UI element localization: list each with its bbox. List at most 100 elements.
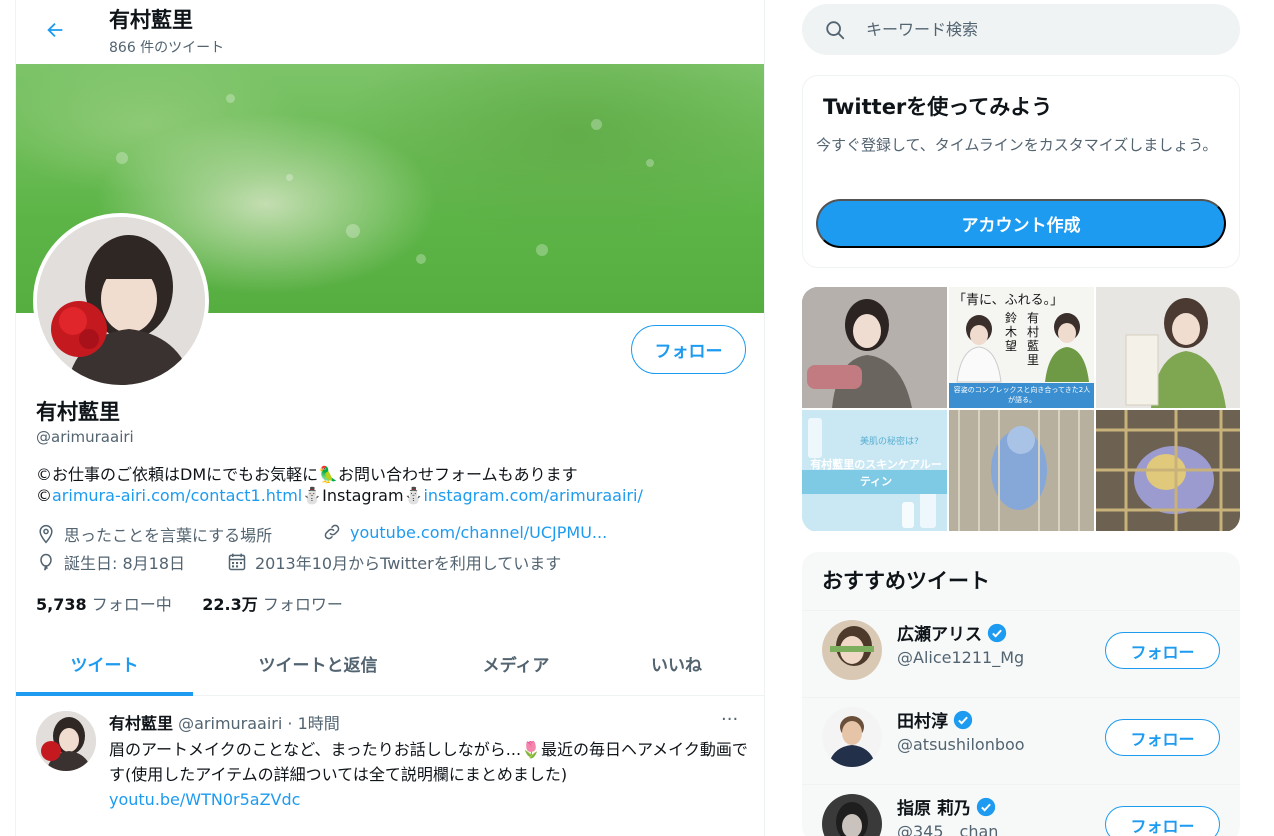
- tab-likes[interactable]: いいね: [589, 630, 764, 696]
- bird-photo: [1096, 410, 1240, 531]
- user-name-row: 広瀬アリス: [897, 620, 1008, 645]
- signup-title: Twitterを使ってみよう: [823, 95, 1053, 119]
- followers-link[interactable]: 22.3万 フォロワー: [202, 595, 343, 614]
- user-handle: @345__chan: [897, 822, 999, 836]
- verified-badge-icon: [953, 710, 973, 729]
- book-caption: 容姿のコンプレックスと向き合ってきた2人が語る。: [953, 386, 1091, 404]
- follow-stats: 5,738 フォロー中 22.3万 フォロワー: [36, 591, 343, 615]
- bio-line-2: ©arimura-airi.com/contact1.html⛄Instagra…: [36, 486, 643, 505]
- following-label: フォロー中: [91, 595, 172, 614]
- profile-header-bar: 有村藍里 866 件のツイート: [16, 0, 764, 64]
- skincare-badge: 美肌の秘密は?: [860, 437, 919, 447]
- avatar-photo: [822, 707, 882, 767]
- joined-text: 2013年10月からTwitterを利用しています: [255, 554, 562, 573]
- tweet-count: 866 件のツイート: [109, 40, 225, 56]
- media-thumbnail-book[interactable]: 「青に、ふれる。」 鈴木望 有村藍里 容姿のコンプレックスと向き合ってきた2人が…: [949, 287, 1094, 408]
- user-avatar[interactable]: [822, 707, 882, 767]
- bird-photo: [949, 410, 1094, 531]
- media-thumbnail-skincare[interactable]: 美肌の秘密は? 有村藍里のスキンケアルーティン: [802, 410, 947, 531]
- media-thumbnail-bird-2[interactable]: [1096, 410, 1240, 531]
- tab-media[interactable]: メディア: [443, 630, 589, 696]
- profile-avatar[interactable]: [33, 213, 209, 389]
- user-avatar[interactable]: [822, 794, 882, 836]
- media-thumbnail-3[interactable]: [1096, 287, 1240, 408]
- snowman-emoji: ⛄: [302, 486, 323, 505]
- media-grid: 「青に、ふれる。」 鈴木望 有村藍里 容姿のコンプレックスと向き合ってきた2人が…: [802, 287, 1240, 532]
- instagram-label: Instagram: [322, 486, 404, 505]
- create-account-button[interactable]: アカウント作成: [816, 199, 1226, 248]
- profile-handle: @arimuraairi: [36, 428, 134, 446]
- recommended-user[interactable]: 広瀬アリス @Alice1211_Mg フォロー: [802, 610, 1240, 697]
- following-link[interactable]: 5,738 フォロー中: [36, 595, 172, 614]
- signup-card: Twitterを使ってみよう 今すぐ登録して、タイムラインをカスタマイズしましょ…: [802, 75, 1240, 268]
- contact-link[interactable]: arimura-airi.com/contact1.html: [52, 486, 302, 505]
- location-pin-icon: [39, 524, 53, 544]
- search-bar: [802, 4, 1240, 55]
- tweet-author-name[interactable]: 有村藍里: [109, 714, 173, 733]
- signup-description: 今すぐ登録して、タイムラインをカスタマイズしましょう。: [816, 136, 1218, 154]
- avatar-photo: [822, 794, 882, 836]
- tweet-header: 有村藍里 @arimuraairi · 1時間: [109, 710, 340, 734]
- recommended-user[interactable]: 田村淳 @atsushilonboo フォロー: [802, 697, 1240, 784]
- verified-badge-icon: [976, 797, 996, 816]
- balloon-icon: [40, 553, 52, 571]
- recommended-accounts: おすすめツイート 広瀬アリス @Alice1211_Mg フォロー 田村淳 @a…: [802, 552, 1240, 836]
- website-link[interactable]: youtube.com/channel/UCJPMU...: [350, 523, 607, 542]
- avatar-photo: [36, 711, 96, 771]
- birthday-text: 誕生日: 8月18日: [64, 554, 186, 573]
- bio-line-1: ©お仕事のご依頼はDMにでもお気軽に🦜お問い合わせフォームもあります: [36, 465, 578, 484]
- media-thumbnail-bird-1[interactable]: [949, 410, 1094, 531]
- header-title: 有村藍里: [109, 8, 193, 32]
- followers-label: フォロワー: [262, 595, 343, 614]
- tweet-separator: ·: [287, 714, 293, 733]
- active-tab-indicator: [16, 692, 193, 696]
- instagram-link[interactable]: instagram.com/arimuraairi/: [423, 486, 642, 505]
- media-photo: [802, 287, 947, 408]
- arrow-left-icon: [47, 22, 63, 38]
- follow-button[interactable]: フォロー: [1105, 632, 1220, 669]
- website-item: youtube.com/channel/UCJPMU...: [322, 522, 607, 542]
- user-name[interactable]: 指原 莉乃: [897, 794, 971, 819]
- bio-prefix: ©: [36, 486, 52, 505]
- avatar-photo: [37, 217, 205, 385]
- book-name-arimura: 有村藍里: [1027, 311, 1040, 367]
- user-avatar[interactable]: [822, 620, 882, 680]
- follow-button[interactable]: フォロー: [631, 325, 746, 374]
- recommended-user[interactable]: 指原 莉乃 @345__chan フォロー: [802, 784, 1240, 836]
- more-options-icon[interactable]: ···: [721, 709, 738, 730]
- verified-badge-icon: [987, 623, 1007, 642]
- media-photo: [1096, 287, 1240, 408]
- profile-tabs: ツイート ツイートと返信 メディア いいね: [16, 630, 764, 696]
- search-icon: [826, 20, 845, 39]
- tab-tweets[interactable]: ツイート: [16, 630, 193, 696]
- follow-button[interactable]: フォロー: [1105, 806, 1220, 836]
- birthday-item: 誕生日: 8月18日: [36, 550, 185, 574]
- media-thumbnail-1[interactable]: [802, 287, 947, 408]
- user-handle: @atsushilonboo: [897, 735, 1025, 754]
- tweet-author-handle[interactable]: @arimuraairi: [178, 714, 282, 733]
- joined-item: 2013年10月からTwitterを利用しています: [227, 550, 561, 574]
- user-name-row: 指原 莉乃: [897, 794, 997, 819]
- tweet-item[interactable]: 有村藍里 @arimuraairi · 1時間 ··· 眉のアートメイクのことな…: [16, 697, 764, 836]
- avatar-photo: [822, 620, 882, 680]
- user-name[interactable]: 田村淳: [897, 707, 948, 732]
- tab-tweets-and-replies[interactable]: ツイートと返信: [193, 630, 443, 696]
- link-icon: [324, 524, 340, 540]
- location-item: 思ったことを言葉にする場所: [36, 522, 272, 546]
- recommended-title: おすすめツイート: [822, 569, 990, 593]
- tweet-link[interactable]: youtu.be/WTN0r5aZVdc: [109, 787, 749, 812]
- profile-name: 有村藍里: [36, 400, 120, 424]
- profile-column: 有村藍里 866 件のツイート フォロー 有村藍里 @arimuraairi ©…: [15, 0, 765, 836]
- tweet-time[interactable]: 1時間: [298, 714, 340, 733]
- follow-button[interactable]: フォロー: [1105, 719, 1220, 756]
- snowman-emoji: ⛄: [403, 486, 424, 505]
- user-name-row: 田村淳: [897, 707, 974, 732]
- user-handle: @Alice1211_Mg: [897, 648, 1025, 667]
- tweet-text: 眉のアートメイクのことなど、まったりお話ししながら...🌷最近の毎日ヘアメイク動…: [109, 740, 748, 784]
- search-input[interactable]: [866, 20, 1226, 39]
- tweet-avatar[interactable]: [36, 711, 96, 771]
- back-button[interactable]: [38, 13, 72, 47]
- book-name-suzuki: 鈴木望: [1005, 311, 1018, 353]
- user-name[interactable]: 広瀬アリス: [897, 620, 982, 645]
- following-count: 5,738: [36, 595, 87, 614]
